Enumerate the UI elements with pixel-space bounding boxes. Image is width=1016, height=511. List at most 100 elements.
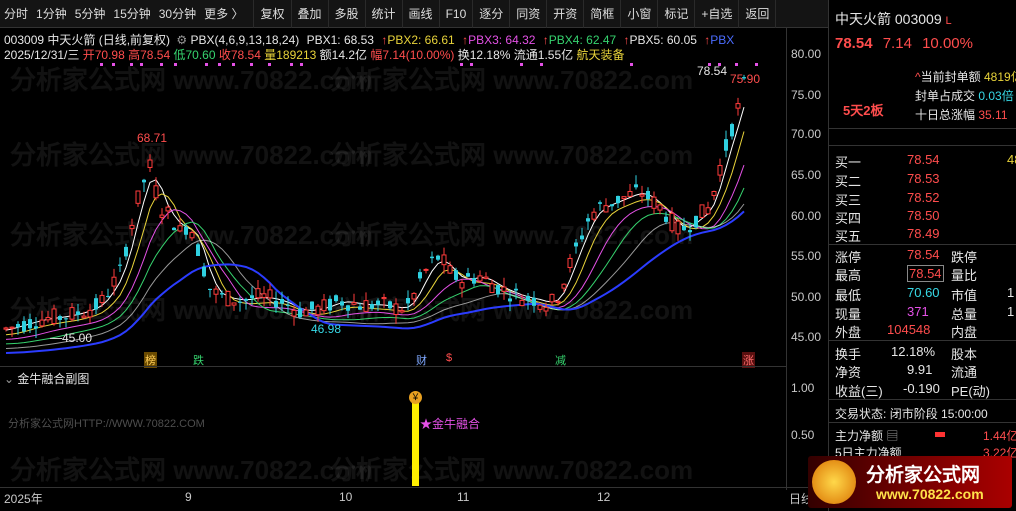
simple-frame-button[interactable]: 简框	[584, 0, 622, 28]
candle-body[interactable]	[111, 276, 117, 287]
restore-rights-button[interactable]: 复权	[253, 0, 292, 28]
candle-body[interactable]	[454, 270, 458, 280]
f10-button[interactable]: F10	[440, 0, 474, 28]
candle-body[interactable]	[664, 216, 668, 222]
candle-body[interactable]	[106, 295, 110, 297]
candle-body[interactable]	[574, 242, 578, 247]
candle-body[interactable]	[16, 323, 20, 328]
candle-body[interactable]	[669, 212, 675, 232]
candle-body[interactable]	[580, 235, 584, 240]
candle-body[interactable]	[142, 179, 146, 183]
candle-body[interactable]	[657, 204, 663, 211]
candle-body[interactable]	[423, 268, 429, 271]
candle-body[interactable]	[39, 319, 45, 327]
candle-body[interactable]	[220, 293, 224, 295]
candle-body[interactable]	[639, 194, 645, 197]
candle-body[interactable]	[159, 214, 165, 218]
candle-body[interactable]	[303, 309, 309, 317]
back-button[interactable]: 返回	[739, 0, 777, 28]
candle-body[interactable]	[567, 257, 573, 268]
candle-body[interactable]	[430, 256, 434, 259]
candle-body[interactable]	[561, 283, 567, 289]
candle-body[interactable]	[51, 308, 57, 325]
settings-icon[interactable]: ⚙	[176, 33, 187, 47]
candle-body[interactable]	[591, 211, 597, 220]
candle-body[interactable]	[735, 103, 741, 109]
candle-body[interactable]	[250, 295, 254, 299]
candle-body[interactable]	[135, 190, 141, 204]
candle-body[interactable]	[298, 308, 302, 318]
tab-timeshare[interactable]: 分时	[0, 0, 32, 28]
candle-body[interactable]	[688, 230, 692, 233]
candle-body[interactable]	[118, 264, 122, 266]
candle-body[interactable]	[255, 288, 261, 299]
candle-body[interactable]	[466, 273, 470, 277]
candle-body[interactable]	[447, 265, 453, 274]
candle-body[interactable]	[537, 304, 543, 310]
open-funds-button[interactable]: 开资	[547, 0, 585, 28]
candle-body[interactable]	[280, 298, 284, 304]
candle-body[interactable]	[496, 285, 500, 295]
same-funds-button[interactable]: 同资	[510, 0, 548, 28]
candle-body[interactable]	[321, 299, 327, 312]
stats-button[interactable]: 统计	[366, 0, 403, 28]
candle-body[interactable]	[213, 288, 219, 295]
candle-body[interactable]	[441, 254, 447, 266]
candle-body[interactable]	[124, 246, 128, 257]
candle-body[interactable]	[472, 278, 476, 284]
candle-body[interactable]	[208, 288, 212, 291]
candle-body[interactable]	[172, 227, 176, 231]
candle-body[interactable]	[651, 196, 657, 209]
candle-body[interactable]	[225, 290, 231, 307]
info-icon[interactable]: 三)	[865, 384, 882, 399]
candle-body[interactable]	[418, 272, 422, 279]
candle-body[interactable]	[399, 310, 405, 313]
candle-body[interactable]	[381, 297, 387, 300]
candle-body[interactable]	[310, 301, 314, 310]
candle-body[interactable]	[675, 220, 681, 235]
candle-body[interactable]	[315, 305, 321, 316]
candle-body[interactable]	[616, 195, 620, 204]
table-icon[interactable]: ▤	[886, 429, 898, 443]
candle-body[interactable]	[351, 302, 357, 305]
candle-body[interactable]	[730, 124, 734, 137]
candle-body[interactable]	[363, 300, 369, 312]
candle-body[interactable]	[376, 300, 380, 305]
candle-body[interactable]	[22, 321, 26, 332]
candle-body[interactable]	[286, 304, 290, 306]
candle-body[interactable]	[501, 286, 507, 292]
small-window-button[interactable]: 小窗	[621, 0, 659, 28]
candle-body[interactable]	[682, 226, 686, 231]
candle-body[interactable]	[705, 207, 711, 215]
candle-body[interactable]	[508, 298, 512, 302]
candle-body[interactable]	[532, 297, 536, 306]
candle-body[interactable]	[328, 298, 332, 311]
candle-body[interactable]	[514, 288, 518, 291]
candle-body[interactable]	[555, 300, 561, 303]
candle-body[interactable]	[196, 244, 200, 256]
candle-body[interactable]	[34, 326, 38, 329]
mark-button[interactable]: 标记	[658, 0, 696, 28]
candle-body[interactable]	[58, 316, 62, 320]
candle-body[interactable]	[724, 139, 728, 151]
candle-body[interactable]	[634, 184, 638, 188]
candle-body[interactable]	[189, 232, 195, 239]
candle-body[interactable]	[717, 165, 723, 176]
candle-body[interactable]	[646, 190, 650, 200]
candle-body[interactable]	[549, 293, 555, 303]
candle-body[interactable]	[231, 302, 237, 306]
candle-body[interactable]	[406, 298, 410, 304]
candle-body[interactable]	[129, 224, 135, 230]
candle-body[interactable]	[274, 300, 278, 308]
candle-body[interactable]	[184, 226, 188, 235]
candle-body[interactable]	[244, 298, 248, 301]
candle-body[interactable]	[543, 306, 549, 312]
per-minute-button[interactable]: 逐分	[473, 0, 511, 28]
candle-body[interactable]	[459, 282, 465, 289]
candle-body[interactable]	[3, 327, 9, 330]
candle-body[interactable]	[621, 196, 627, 200]
candle-body[interactable]	[28, 319, 32, 329]
candle-body[interactable]	[45, 316, 51, 321]
candle-body[interactable]	[81, 315, 87, 319]
candle-body[interactable]	[586, 218, 590, 222]
